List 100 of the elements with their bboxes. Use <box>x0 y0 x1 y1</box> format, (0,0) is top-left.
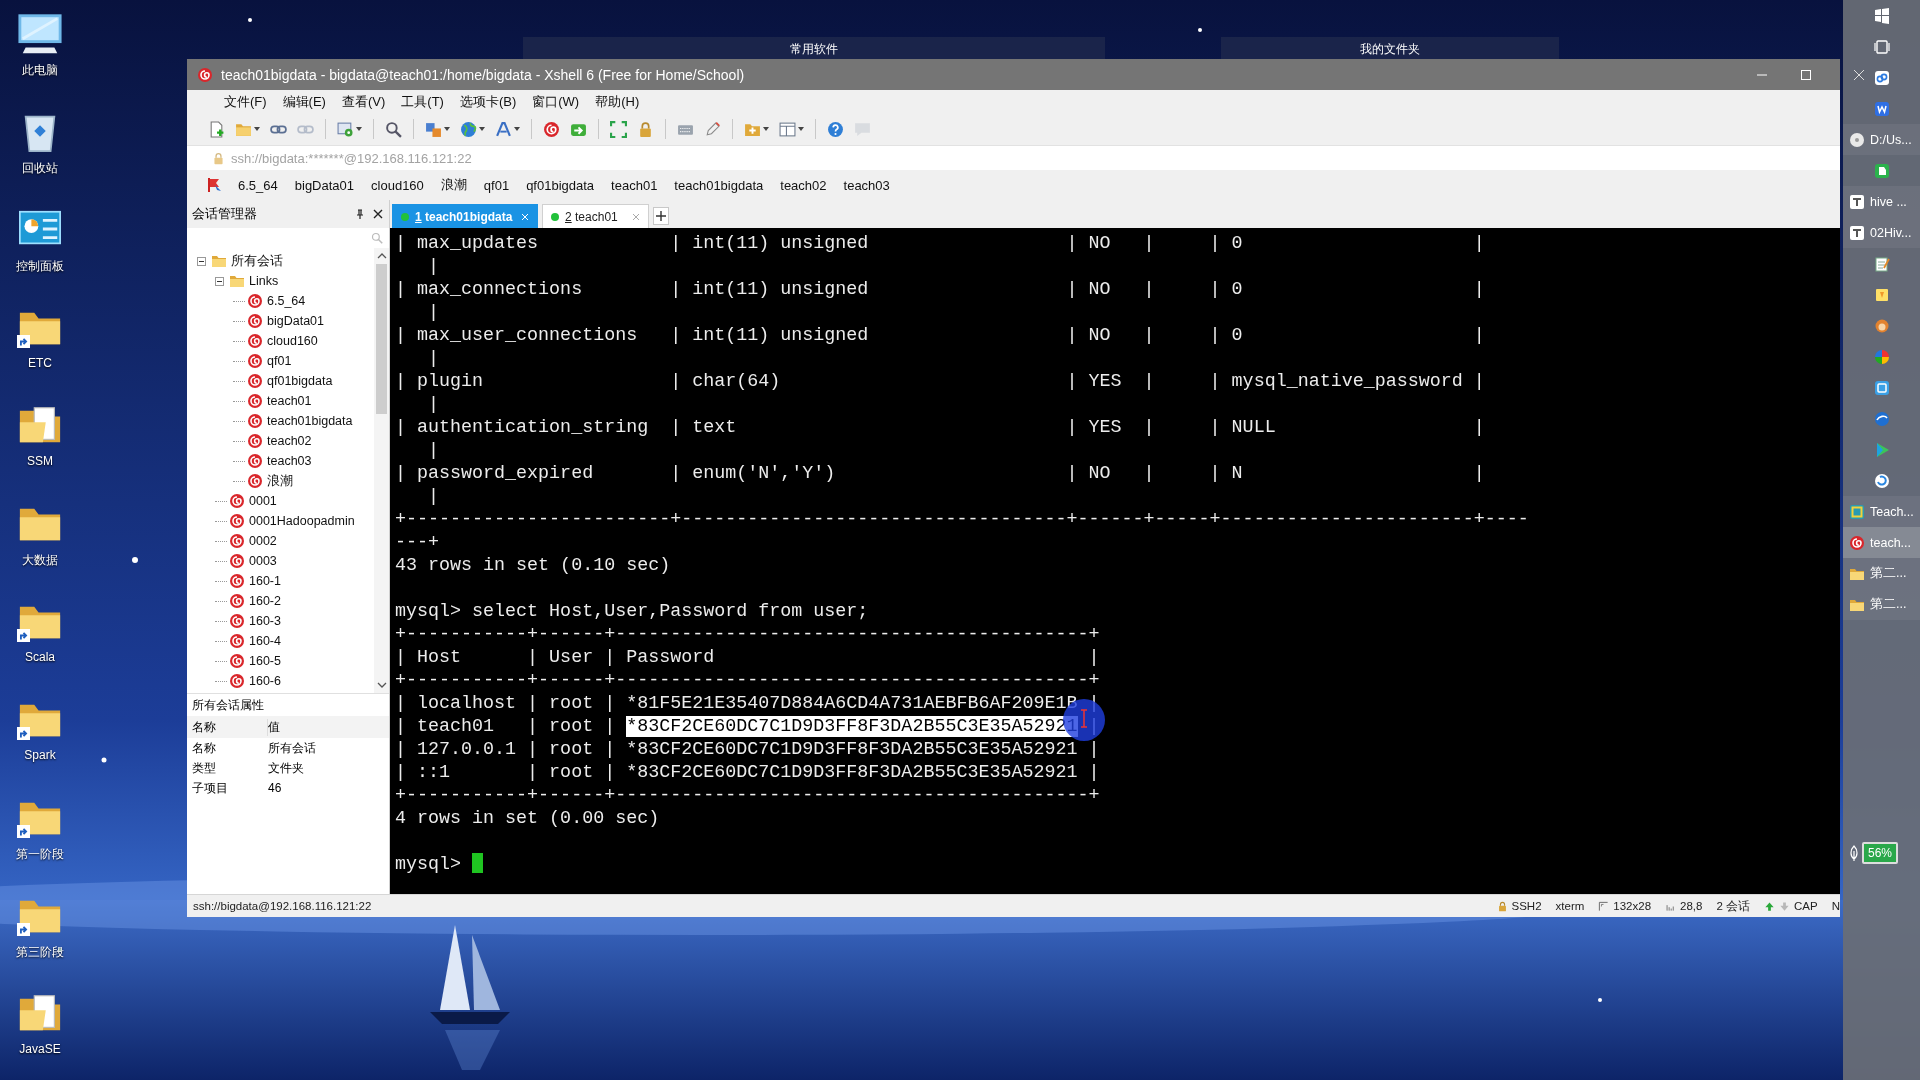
gear-icon <box>337 120 354 138</box>
tree-item[interactable]: teach01bigdata <box>187 411 374 431</box>
up-arrow-icon <box>1764 900 1776 912</box>
taskbar-button[interactable]: Teach... <box>1843 496 1920 527</box>
taskbar-button[interactable]: D:/Us... <box>1843 124 1920 155</box>
menu-item[interactable]: 查看(V) <box>337 92 390 111</box>
cloud-icon <box>1873 69 1890 86</box>
address-text: ssh://bigdata:*******@192.168.116.121:22 <box>231 150 472 166</box>
taskbar-button[interactable]: 第二... <box>1843 589 1920 620</box>
tree-item[interactable]: teach03 <box>187 451 374 471</box>
swirl-icon <box>229 593 245 609</box>
tree-item[interactable]: 0001 <box>187 491 374 511</box>
tree-item[interactable]: 160-2 <box>187 591 374 611</box>
menu-item[interactable]: 帮助(H) <box>591 92 644 111</box>
collapse-icon[interactable] <box>197 256 206 266</box>
swirl-icon <box>229 513 245 529</box>
link-button[interactable]: qf01 <box>483 177 510 193</box>
tree-item[interactable]: 160-6 <box>187 671 374 691</box>
tree-item[interactable]: teach01 <box>187 391 374 411</box>
desktop-icon-label: SSM <box>27 454 53 468</box>
tree-item[interactable]: 浪潮 <box>187 471 374 491</box>
tree-item[interactable]: 0002 <box>187 531 374 551</box>
close-icon <box>1854 69 1864 80</box>
tree-item[interactable]: cloud160 <box>187 331 374 351</box>
scrollbar[interactable] <box>374 248 389 693</box>
disk-icon <box>1849 131 1865 148</box>
status-text: 2 会话 <box>1716 898 1751 914</box>
terminal-line: mysql> select Host,User,Password from user; <box>395 600 869 623</box>
table-cell-text: 类型 <box>191 759 217 777</box>
menu-item[interactable]: 文件(F) <box>220 92 271 111</box>
desktop-icon-label: JavaSE <box>19 1042 61 1056</box>
tree-item[interactable]: qf01bigdata <box>187 371 374 391</box>
terminal-line: | <box>427 393 440 416</box>
terminal-prompt: mysql> <box>395 853 484 876</box>
battery-indicator: 56% <box>1862 842 1899 864</box>
scroll-down-icon[interactable] <box>376 682 387 688</box>
swirl-icon <box>229 573 245 589</box>
circle-arrow-icon <box>1873 472 1890 489</box>
tree-item[interactable]: 160-3 <box>187 611 374 631</box>
swirl-icon <box>247 433 263 449</box>
pin-icon[interactable] <box>355 209 365 219</box>
taskbar-button[interactable]: 第二... <box>1843 558 1920 589</box>
panel-title: 会话管理器 <box>192 205 258 223</box>
tree-item[interactable]: 160-4 <box>187 631 374 651</box>
link-button[interactable]: qf01bigdata <box>526 177 595 193</box>
table-cell: 46 <box>268 781 282 795</box>
t-app-icon <box>1849 224 1865 241</box>
link-button[interactable]: teach01bigdata <box>674 177 764 193</box>
link-button[interactable]: cloud160 <box>371 177 424 193</box>
swirl-icon <box>247 373 263 389</box>
tree-item[interactable]: 0001Hadoopadmin <box>187 511 374 531</box>
desktop-icon-label: ETC <box>28 356 52 370</box>
tree-item[interactable]: 160-1 <box>187 571 374 591</box>
down-arrow-icon <box>1779 900 1791 912</box>
add-tab-button[interactable] <box>653 207 669 225</box>
tree-item[interactable]: 0003 <box>187 551 374 571</box>
scroll-thumb[interactable] <box>376 264 387 414</box>
tree-item[interactable]: 所有会话 <box>187 251 374 271</box>
tree-item[interactable]: Links <box>187 271 374 291</box>
tree-item[interactable]: 6.5_64 <box>187 291 374 311</box>
collapse-icon[interactable] <box>215 276 224 286</box>
flag-icon <box>207 177 223 193</box>
link-button[interactable]: teach02 <box>780 177 827 193</box>
taskbar-button[interactable]: 02Hiv... <box>1843 217 1920 248</box>
terminal-line: | <box>427 347 440 370</box>
scroll-up-icon[interactable] <box>376 253 387 259</box>
tree-item[interactable]: qf01 <box>187 351 374 371</box>
terminal-line: | <box>427 255 440 278</box>
tree-item[interactable]: teach02 <box>187 431 374 451</box>
link-button[interactable]: teach01 <box>611 177 658 193</box>
session-tab[interactable]: 2 teach01 <box>542 204 649 228</box>
layout-icon <box>779 120 796 138</box>
menu-item[interactable]: 编辑(E) <box>278 92 330 111</box>
table-cell-text: 名称 <box>191 739 217 757</box>
terminal[interactable] <box>390 228 1840 894</box>
menu-item[interactable]: 选项卡(B) <box>455 92 521 111</box>
taskbar-button[interactable]: hive ... <box>1843 186 1920 217</box>
square-frame-icon <box>1849 503 1865 520</box>
close-icon[interactable] <box>373 209 383 219</box>
link-button[interactable]: 6.5_64 <box>238 177 278 193</box>
terminal-line: | max_updates | int(11) unsigned | NO | | 0 | <box>395 232 1485 255</box>
tree-item[interactable]: 160-5 <box>187 651 374 671</box>
windows-icon <box>1873 7 1890 24</box>
pen-icon <box>704 120 721 138</box>
link-button[interactable]: bigData01 <box>294 177 355 193</box>
swirl-icon <box>229 553 245 569</box>
tree-item[interactable]: bigData01 <box>187 311 374 331</box>
swirl-icon <box>229 533 245 549</box>
link-button[interactable]: teach03 <box>843 177 890 193</box>
terminal-line: +-----------+------+-------------------------------------------+ <box>395 784 1100 807</box>
menu-item[interactable]: 工具(T) <box>397 92 448 111</box>
menu-item[interactable]: 窗口(W) <box>528 92 584 111</box>
terminal-line: | <box>427 301 440 324</box>
desktop-icon-label: 控制面板 <box>16 258 64 275</box>
terminal-line: | Host | User | Password | <box>395 646 1100 669</box>
browser-icon <box>1873 410 1890 427</box>
table-cell: 文件夹 <box>268 759 304 777</box>
link-button[interactable]: 浪潮 <box>440 176 467 194</box>
terminal-line: 4 rows in set (0.00 sec) <box>395 807 660 830</box>
swirl-icon <box>247 353 263 369</box>
